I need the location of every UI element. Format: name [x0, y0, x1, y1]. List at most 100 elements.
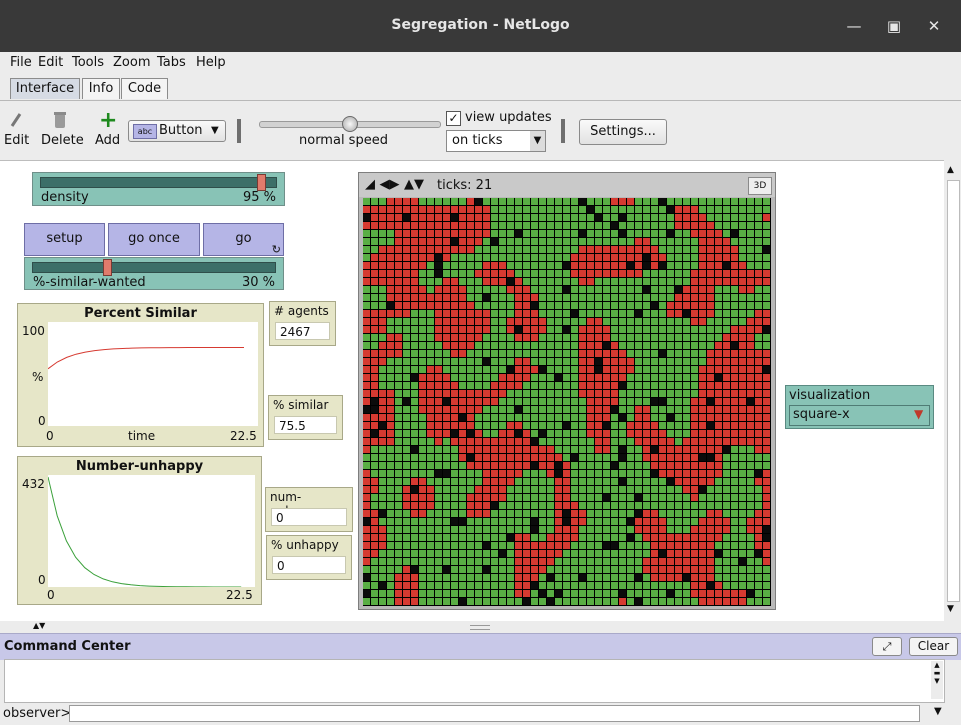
- patch: [635, 470, 642, 477]
- density-slider[interactable]: density 95 %: [32, 172, 285, 206]
- menu-zoom[interactable]: Zoom: [113, 55, 150, 70]
- patch: [443, 470, 450, 477]
- patch: [747, 414, 754, 421]
- patch: [731, 294, 738, 301]
- patch: [371, 478, 378, 485]
- patch: [467, 566, 474, 573]
- patch: [451, 598, 458, 605]
- maximize-icon[interactable]: ▣: [882, 14, 906, 38]
- patch: [603, 534, 610, 541]
- slider-knob[interactable]: [102, 259, 112, 276]
- patch: [731, 590, 738, 597]
- output-scrollbar[interactable]: ▲ ▬ ▼: [931, 661, 943, 699]
- trash-icon[interactable]: [53, 111, 67, 129]
- patch: [643, 214, 650, 221]
- menu-help[interactable]: Help: [196, 55, 226, 70]
- plus-icon[interactable]: +: [99, 110, 117, 132]
- menu-file[interactable]: File: [10, 55, 32, 70]
- patch: [595, 470, 602, 477]
- visualization-chooser[interactable]: visualization square-x ▼: [785, 385, 934, 429]
- patch: [675, 470, 682, 477]
- patch: [659, 542, 666, 549]
- patch: [475, 318, 482, 325]
- patch: [739, 342, 746, 349]
- clear-button[interactable]: Clear: [909, 637, 958, 656]
- vertical-scrollbar[interactable]: ▲ ▼: [944, 160, 961, 620]
- slider-knob[interactable]: [256, 174, 266, 191]
- slider-track[interactable]: [40, 177, 277, 188]
- view-control-icons[interactable]: ◢ ◀▶ ▲▼: [365, 177, 424, 192]
- scroll-up-icon[interactable]: ▲: [947, 165, 954, 175]
- menu-tools[interactable]: Tools: [72, 55, 104, 70]
- patch: [723, 542, 730, 549]
- patch: [595, 574, 602, 581]
- menu-tabs[interactable]: Tabs: [157, 55, 186, 70]
- patch: [483, 294, 490, 301]
- scroll-down-icon[interactable]: ▼: [947, 604, 954, 614]
- splitter-arrows-icon[interactable]: ▲▼: [33, 621, 45, 630]
- patch: [475, 246, 482, 253]
- patch: [523, 446, 530, 453]
- patch: [419, 398, 426, 405]
- patch: [747, 374, 754, 381]
- chevron-down-icon[interactable]: ▼: [934, 706, 942, 717]
- delete-button[interactable]: Delete: [41, 133, 84, 148]
- tab-interface[interactable]: Interface: [10, 78, 80, 99]
- patch: [587, 542, 594, 549]
- patch: [563, 566, 570, 573]
- patch: [467, 278, 474, 285]
- patch: [459, 446, 466, 453]
- patch: [523, 302, 530, 309]
- go-once-button[interactable]: go once: [108, 223, 200, 256]
- patch: [427, 542, 434, 549]
- update-mode-select[interactable]: on ticks ▼: [446, 130, 546, 152]
- patch: [635, 518, 642, 525]
- chooser-select[interactable]: square-x ▼: [789, 405, 930, 426]
- patch: [691, 278, 698, 285]
- settings-button[interactable]: Settings...: [579, 119, 667, 145]
- patch: [659, 550, 666, 557]
- patch: [675, 566, 682, 573]
- patch: [619, 406, 626, 413]
- patch: [699, 414, 706, 421]
- speed-slider-knob[interactable]: [342, 116, 358, 132]
- patch: [499, 598, 506, 605]
- menu-edit[interactable]: Edit: [38, 55, 63, 70]
- view-updates-checkbox[interactable]: ✓: [446, 111, 461, 126]
- patch: [443, 334, 450, 341]
- edit-button[interactable]: Edit: [4, 133, 29, 148]
- patch: [459, 374, 466, 381]
- patch-grid[interactable]: [363, 198, 771, 606]
- tab-info[interactable]: Info: [82, 78, 120, 99]
- command-output[interactable]: ▲ ▬ ▼: [4, 659, 945, 703]
- setup-button[interactable]: setup: [24, 223, 105, 256]
- patch: [755, 398, 762, 405]
- patch: [395, 494, 402, 501]
- patch: [483, 438, 490, 445]
- patch: [411, 510, 418, 517]
- pencil-icon[interactable]: [8, 111, 24, 129]
- patch: [571, 246, 578, 253]
- patch: [747, 238, 754, 245]
- patch: [539, 398, 546, 405]
- patch: [683, 302, 690, 309]
- widget-type-select[interactable]: abc Button ▼: [128, 120, 226, 142]
- scrollbar-thumb[interactable]: [947, 180, 960, 602]
- patch: [411, 350, 418, 357]
- add-button[interactable]: Add: [95, 133, 120, 148]
- patch: [539, 502, 546, 509]
- slider-track[interactable]: [32, 262, 276, 273]
- expand-icon[interactable]: ⤢: [872, 637, 902, 656]
- minimize-icon[interactable]: —: [842, 14, 866, 38]
- command-input[interactable]: [69, 705, 920, 722]
- 3d-button[interactable]: 3D: [748, 177, 772, 195]
- close-icon[interactable]: ✕: [922, 14, 946, 38]
- patch: [555, 462, 562, 469]
- splitter-handle[interactable]: [470, 625, 490, 630]
- similar-wanted-slider[interactable]: %-similar-wanted 30 %: [24, 257, 284, 290]
- patch: [611, 294, 618, 301]
- go-button[interactable]: go ↻: [203, 223, 284, 256]
- patch: [435, 334, 442, 341]
- tab-code[interactable]: Code: [121, 78, 168, 99]
- patch: [731, 318, 738, 325]
